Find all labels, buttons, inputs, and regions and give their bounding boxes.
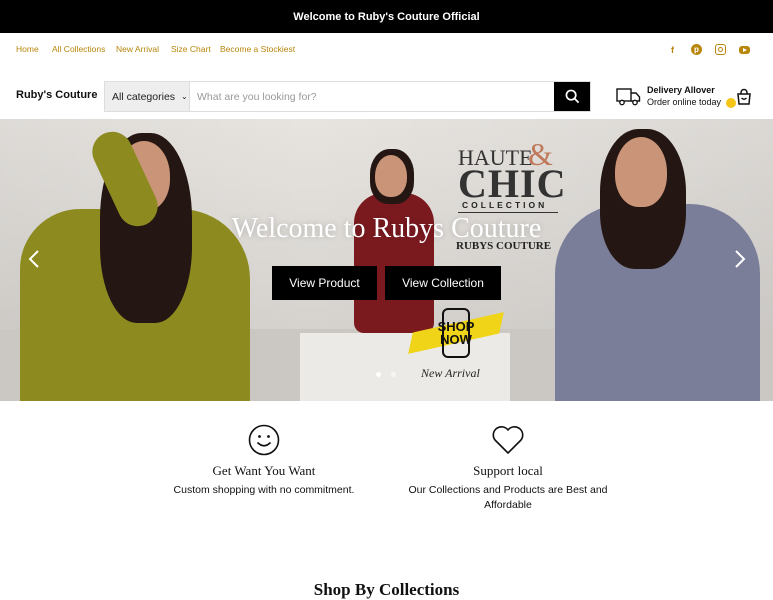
feature-title: Get Want You Want <box>212 463 316 478</box>
hero-title: Welcome to Rubys Couture <box>231 213 542 244</box>
view-collection-button[interactable]: View Collection <box>385 266 501 300</box>
new-arrival-script: New Arrival <box>421 366 480 380</box>
hero-banner <box>0 119 773 401</box>
category-select-label: All categories <box>112 90 176 103</box>
top-nav: Home All Collections New Arrival Size Ch… <box>0 33 773 65</box>
shop-now-badge[interactable]: SHOP NOW <box>408 308 504 358</box>
search-icon <box>565 89 579 104</box>
carousel-dot-active[interactable] <box>376 372 381 377</box>
feature-title: Support local <box>473 463 543 478</box>
nav-new-arrival[interactable]: New Arrival <box>116 44 159 54</box>
instagram-icon[interactable] <box>715 44 726 55</box>
search-bar: All categories ⌄ <box>104 81 591 112</box>
search-button[interactable] <box>554 82 590 111</box>
shop-now-text: SHOP NOW <box>437 319 475 347</box>
feature-description: Our Collections and Products are Best an… <box>408 484 608 511</box>
feature-description: Custom shopping with no commitment. <box>173 484 355 496</box>
carousel-dot[interactable] <box>391 372 396 377</box>
smile-icon <box>248 424 280 456</box>
facebook-icon[interactable]: f <box>667 44 678 55</box>
section-heading: Shop By Collections <box>313 580 460 599</box>
delivery-subtitle: Order online today <box>647 97 736 108</box>
announcement-bar: Welcome to Ruby's Couture Official <box>0 0 773 33</box>
delivery-subtitle-text: Order online today <box>647 97 722 107</box>
announcement-text: Welcome to Ruby's Couture Official <box>293 10 480 23</box>
heart-icon <box>492 426 524 454</box>
carousel-next-button[interactable] <box>730 248 750 270</box>
view-product-button[interactable]: View Product <box>272 266 377 300</box>
nav-size-chart[interactable]: Size Chart <box>171 44 211 54</box>
nav-home[interactable]: Home <box>16 44 39 54</box>
brand-logo[interactable]: Ruby's Couture <box>16 89 97 101</box>
chevron-right-icon <box>735 250 746 268</box>
delivery-title: Delivery Allover <box>647 85 715 95</box>
cart-icon[interactable] <box>735 88 753 106</box>
hero-brand-collection: COLLECTION <box>462 200 548 210</box>
chevron-down-icon: ⌄ <box>181 92 188 101</box>
truck-icon <box>616 88 641 106</box>
carousel-prev-button[interactable] <box>24 248 44 270</box>
chevron-left-icon <box>28 250 39 268</box>
pinterest-icon[interactable]: p <box>691 44 702 55</box>
category-select[interactable]: All categories ⌄ <box>105 82 190 111</box>
youtube-icon[interactable] <box>739 46 750 54</box>
nav-all-collections[interactable]: All Collections <box>52 44 105 54</box>
nav-become-stockiest[interactable]: Become a Stockiest <box>220 44 295 54</box>
search-input[interactable] <box>190 82 554 111</box>
